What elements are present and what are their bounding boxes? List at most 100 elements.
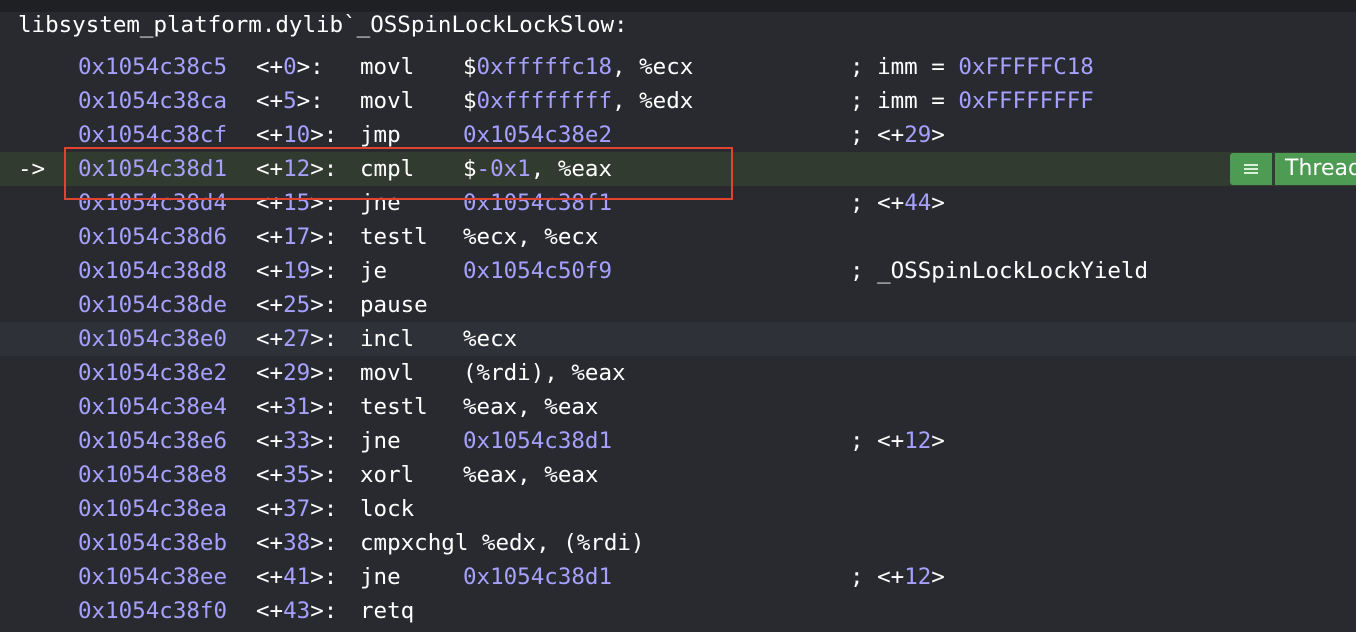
operand-prefix: $	[463, 156, 477, 182]
operand-suffix: , %ecx	[612, 54, 694, 80]
instruction-address: 0x1054c38e8	[78, 462, 228, 488]
disassembly-line[interactable]: 0x1054c38eb <+38>: cmpxchgl %edx, (%rdi)	[0, 526, 1356, 560]
instruction-address: 0x1054c38d4	[78, 190, 228, 216]
operand-number: 0x1054c50f9	[463, 258, 613, 284]
disassembly-line[interactable]: 0x1054c38ea <+37>: lock	[0, 492, 1356, 526]
instruction-mnemonic: testl	[360, 394, 428, 420]
offset-number: 10	[283, 122, 311, 148]
operand-prefix: %ecx	[463, 326, 518, 352]
offset-suffix: >:	[310, 496, 338, 522]
instruction-address: 0x1054c38e6	[78, 428, 228, 454]
instruction-operands: $-0x1, %eax	[463, 152, 612, 186]
instruction-comment: ; <+12>	[850, 424, 945, 458]
offset-prefix: <+	[256, 360, 284, 386]
offset-prefix: <+	[256, 54, 284, 80]
comment-prefix: ; <+	[850, 190, 905, 216]
operand-suffix: , %eax	[530, 156, 613, 182]
instruction-offset: <+0>:	[256, 50, 324, 84]
instruction-comment: ; <+12>	[850, 560, 945, 594]
disassembly-line[interactable]: 0x1054c38e8 <+35>: xorl %eax, %eax	[0, 458, 1356, 492]
offset-number: 35	[283, 462, 311, 488]
instruction-comment: ; <+29>	[850, 118, 945, 152]
disassembly-line[interactable]: 0x1054c38ca <+5>: movl $0xffffffff, %edx ; i…	[0, 84, 1356, 118]
instruction-offset: <+15>:	[256, 186, 337, 220]
instruction-mnemonic: jne	[360, 428, 401, 454]
thread-badge[interactable]: Thread	[1230, 153, 1356, 185]
instruction-address: 0x1054c38e2	[78, 360, 228, 386]
instruction-operands: 0x1054c38d1	[463, 560, 612, 594]
offset-suffix: >:	[296, 54, 324, 80]
offset-prefix: <+	[256, 122, 284, 148]
offset-suffix: >:	[310, 530, 338, 556]
offset-suffix: >:	[296, 88, 324, 114]
offset-number: 31	[283, 394, 311, 420]
disassembly-line[interactable]: 0x1054c38d6 <+17>: testl %ecx, %ecx	[0, 220, 1356, 254]
instruction-address: 0x1054c38d8	[78, 258, 228, 284]
offset-prefix: <+	[256, 224, 284, 250]
instruction-operands: $0xfffffc18, %ecx	[463, 50, 693, 84]
offset-number: 17	[283, 224, 311, 250]
offset-suffix: >:	[310, 598, 338, 624]
comment-number: 12	[904, 564, 932, 590]
instruction-address: 0x1054c38c5	[78, 54, 228, 80]
instruction-offset: <+35>:	[256, 458, 337, 492]
offset-prefix: <+	[256, 88, 284, 114]
offset-suffix: >:	[310, 360, 338, 386]
disassembly-line[interactable]: 0x1054c38c5 <+0>: movl $0xfffffc18, %ecx ; i…	[0, 50, 1356, 84]
instruction-offset: <+5>:	[256, 84, 324, 118]
offset-suffix: >:	[310, 326, 338, 352]
offset-number: 38	[283, 530, 311, 556]
offset-prefix: <+	[256, 462, 284, 488]
disassembly-line[interactable]: 0x1054c38e2 <+29>: movl (%rdi), %eax	[0, 356, 1356, 390]
instruction-mnemonic: movl	[360, 88, 415, 114]
instruction-address: 0x1054c38e0	[78, 326, 228, 352]
instruction-operands: %ecx, %ecx	[463, 220, 598, 254]
instruction-offset: <+38>:	[256, 526, 337, 560]
comment-number: 44	[904, 190, 932, 216]
disassembly-line-current[interactable]: -> 0x1054c38d1 <+12>: cmpl $-0x1, %eax	[0, 152, 1356, 186]
operand-prefix: $	[463, 88, 477, 114]
offset-number: 27	[283, 326, 311, 352]
instruction-mnemonic: jne	[360, 190, 401, 216]
instruction-address: 0x1054c38d6	[78, 224, 228, 250]
offset-prefix: <+	[256, 598, 284, 624]
comment-prefix: ; imm =	[850, 88, 959, 114]
offset-suffix: >:	[310, 564, 338, 590]
offset-prefix: <+	[256, 564, 284, 590]
instruction-address: 0x1054c38de	[78, 292, 228, 318]
instruction-offset: <+43>:	[256, 594, 337, 628]
disassembly-line[interactable]: 0x1054c38de <+25>: pause	[0, 288, 1356, 322]
operand-number: 0x1054c38e2	[463, 122, 613, 148]
disassembly-line[interactable]: 0x1054c38f0 <+43>: retq	[0, 594, 1356, 628]
instruction-comment: ; imm = 0xFFFFFC18	[850, 50, 1094, 84]
disassembly-line[interactable]: 0x1054c38cf <+10>: jmp 0x1054c38e2 ; <+29>	[0, 118, 1356, 152]
disassembly-line[interactable]: 0x1054c38e6 <+33>: jne 0x1054c38d1 ; <+12>	[0, 424, 1356, 458]
instruction-mnemonic: jmp	[360, 122, 401, 148]
comment-prefix: ; <+	[850, 428, 905, 454]
disassembly-line[interactable]: 0x1054c38e4 <+31>: testl %eax, %eax	[0, 390, 1356, 424]
instruction-comment: ; imm = 0xFFFFFFFF	[850, 84, 1094, 118]
pc-arrow: ->	[18, 156, 46, 182]
disassembly-line[interactable]: 0x1054c38d4 <+15>: jne 0x1054c38f1 ; <+44>	[0, 186, 1356, 220]
instruction-operands: $0xffffffff, %edx	[463, 84, 693, 118]
instruction-address: 0x1054c38eb	[78, 530, 228, 556]
menu-icon[interactable]	[1230, 153, 1272, 185]
instruction-operands: %eax, %eax	[463, 390, 598, 424]
offset-number: 0	[283, 54, 297, 80]
comment-prefix: ; <+	[850, 564, 905, 590]
comment-prefix: ; imm =	[850, 54, 959, 80]
disassembly-line[interactable]: 0x1054c38ee <+41>: jne 0x1054c38d1 ; <+12>	[0, 560, 1356, 594]
instruction-operands: 0x1054c38e2	[463, 118, 612, 152]
offset-prefix: <+	[256, 530, 284, 556]
comment-suffix: >	[931, 190, 945, 216]
operand-prefix: %ecx, %ecx	[463, 224, 599, 250]
instruction-comment: ; _OSSpinLockLockYield	[850, 254, 1148, 288]
disassembly-line[interactable]: 0x1054c38e0 <+27>: incl %ecx	[0, 322, 1356, 356]
offset-suffix: >:	[310, 156, 338, 182]
instruction-offset: <+31>:	[256, 390, 337, 424]
offset-prefix: <+	[256, 428, 284, 454]
disassembly-line[interactable]: 0x1054c38d8 <+19>: je 0x1054c50f9 ; _OSSpinL…	[0, 254, 1356, 288]
offset-suffix: >:	[310, 190, 338, 216]
offset-prefix: <+	[256, 258, 284, 284]
instruction-mnemonic: cmpl	[360, 156, 415, 182]
